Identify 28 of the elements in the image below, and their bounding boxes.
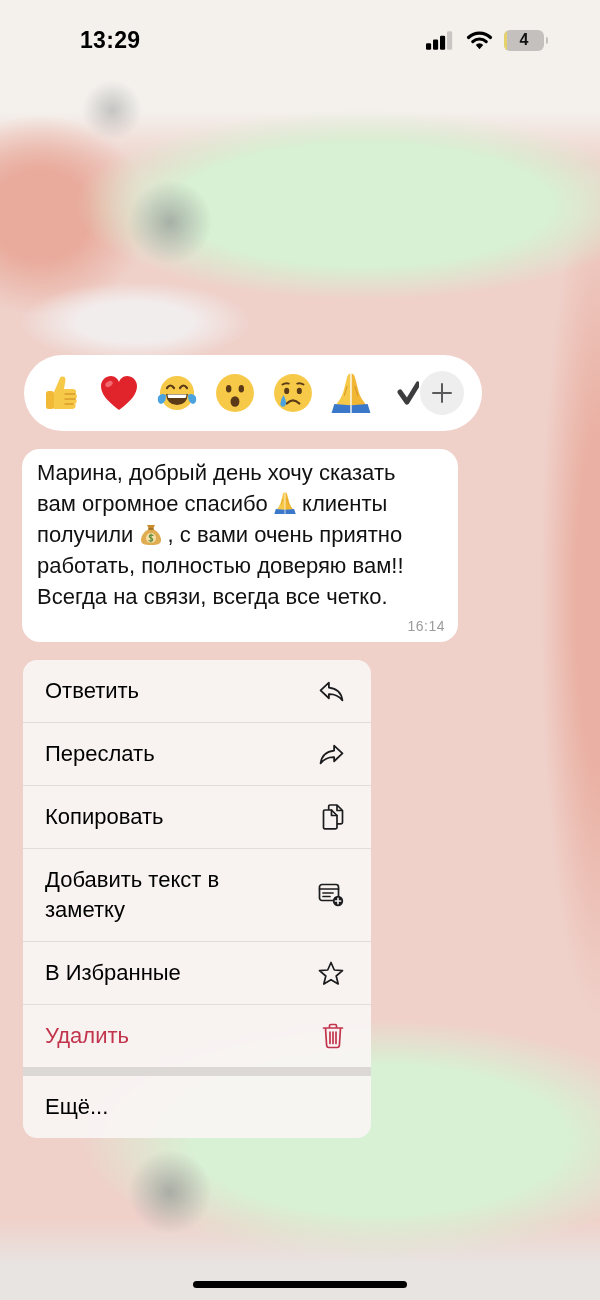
menu-item[interactable]: В Избранные [23,941,371,1004]
menu-item[interactable]: Ещё... [23,1076,371,1138]
tears-of-joy-face-icon[interactable] [157,373,197,413]
menu-item[interactable]: Переслать [23,722,371,785]
money-bag-icon [139,522,162,546]
menu-item[interactable]: Ответить [23,660,371,722]
surprised-face-icon[interactable] [215,373,255,413]
battery-percentage: 4 [519,31,529,49]
menu-item[interactable]: Добавить текст в заметку [23,848,371,941]
signal-bars-icon [426,30,454,50]
forward-arrow-icon [319,743,344,765]
star-icon [318,960,344,986]
plus-icon [432,383,452,403]
note-with-plus-icon [318,883,344,907]
copy-documents-icon [322,804,344,830]
message-time: 16:14 [407,618,445,635]
message-text: Марина, добрый день хочу сказать вам огромное спасибо клиенты получили , с вами очень приятно работать, полностью доверяю вам!! Всегда на связи, всегда все четко. [37,459,405,611]
add-reaction-button[interactable] [420,371,464,415]
folded-hands-icon [273,491,296,515]
status-time: 13:29 [80,26,141,54]
menu-item[interactable]: Копировать [23,785,371,848]
heart-icon[interactable] [99,373,139,413]
check-mark-icon[interactable] [397,381,419,405]
reply-arrow-icon [319,680,344,702]
trash-icon [322,1023,344,1049]
wifi-icon [466,30,493,50]
crying-face-icon[interactable] [273,373,313,413]
folded-hands-icon[interactable] [331,373,371,413]
